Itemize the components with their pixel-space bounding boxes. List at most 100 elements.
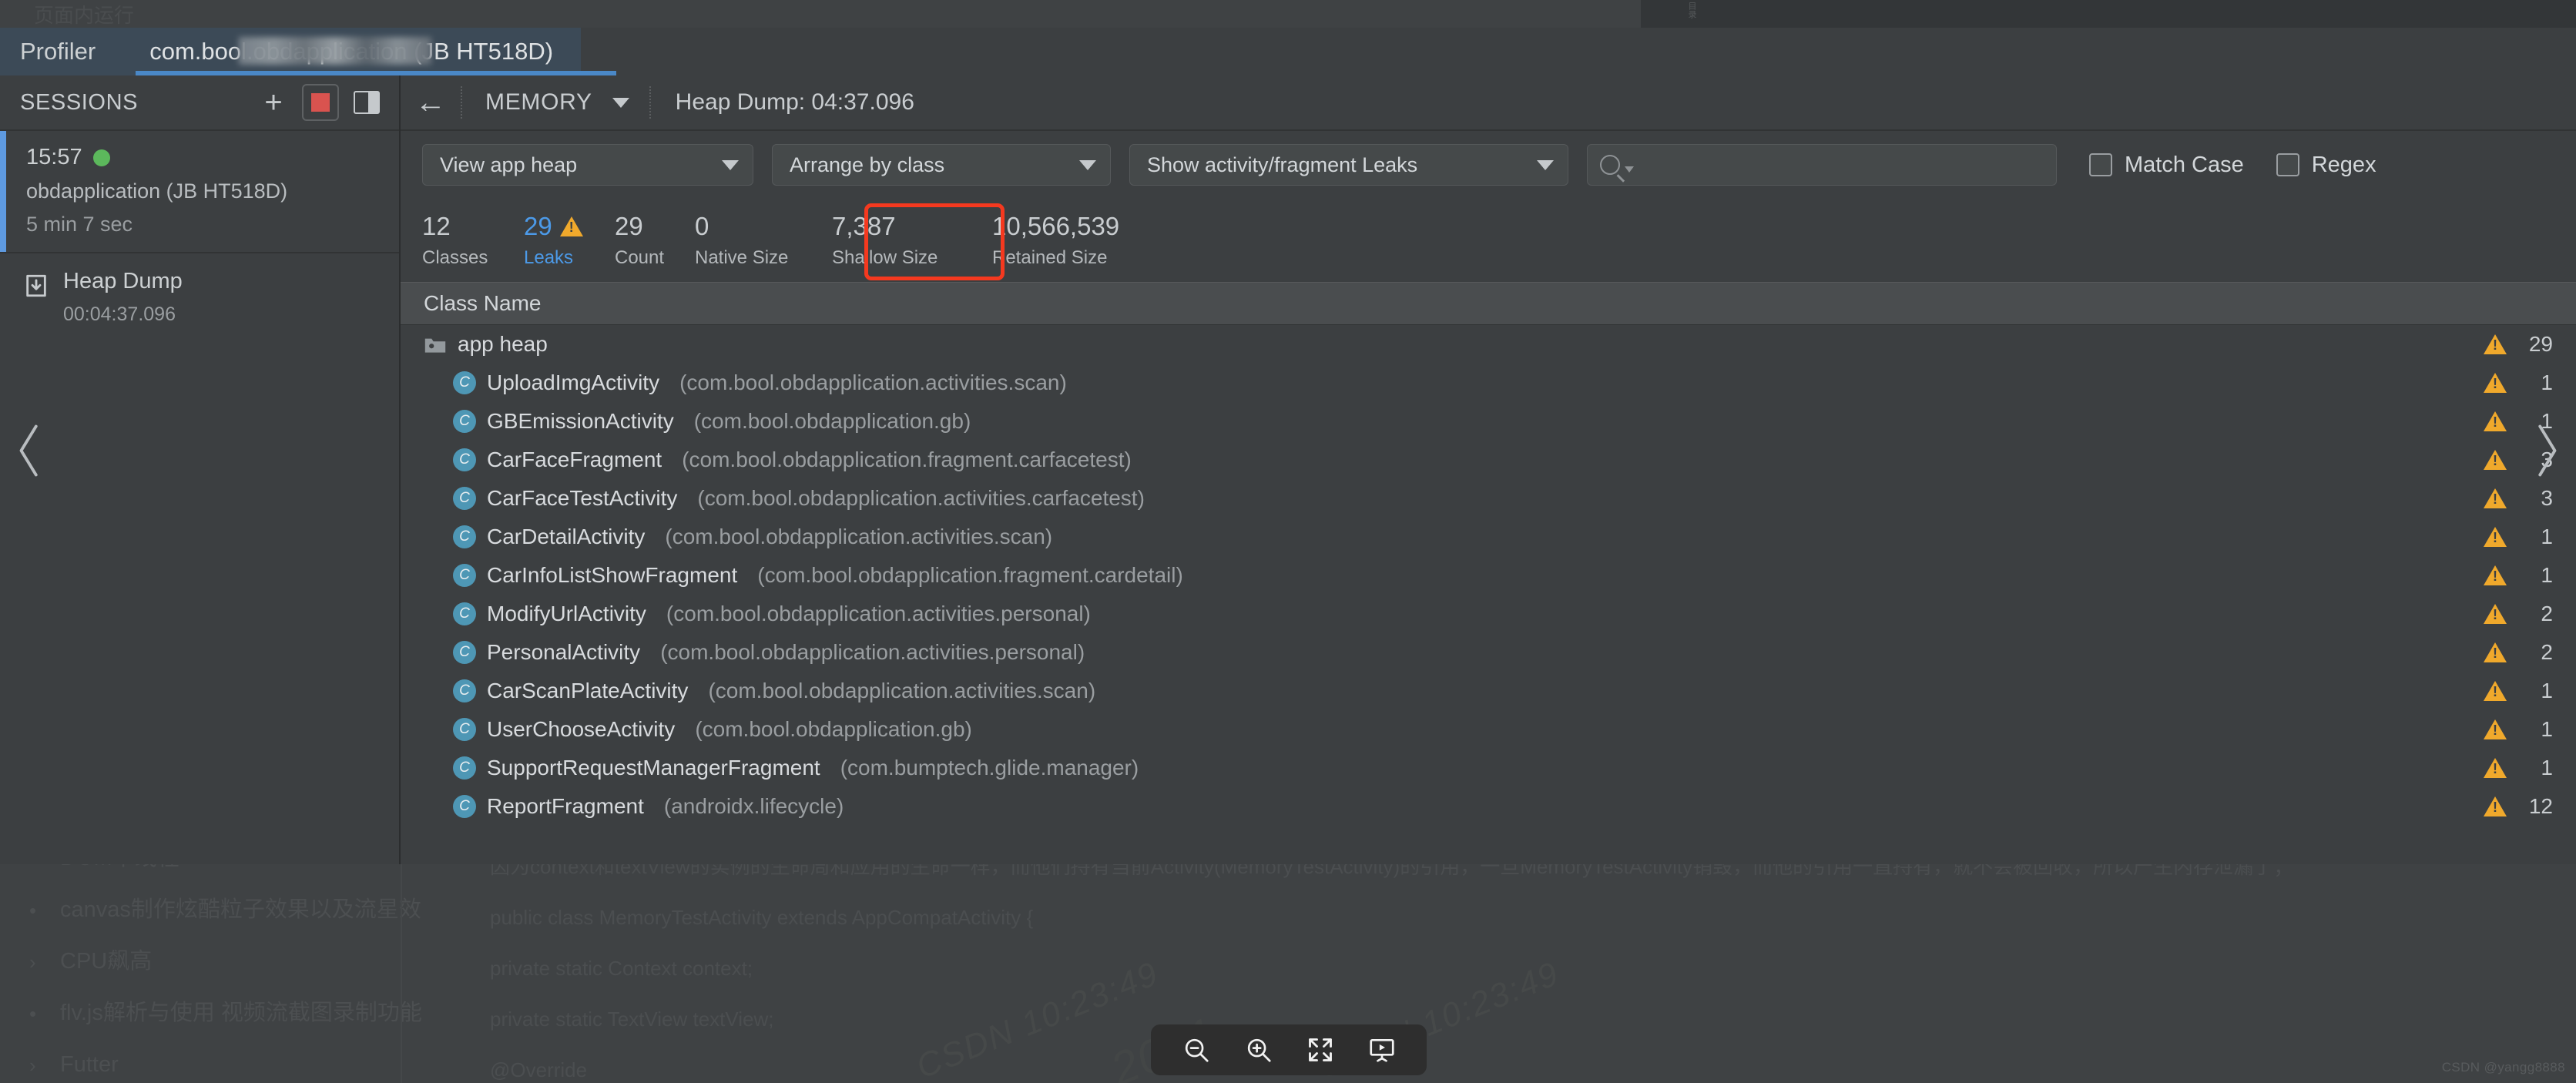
- add-session-button[interactable]: +: [256, 85, 291, 120]
- heap-dump-title: Heap Dump: 04:37.096: [675, 89, 914, 115]
- match-case-toggle[interactable]: Match Case: [2089, 153, 2244, 178]
- regex-checkbox[interactable]: [2276, 153, 2299, 176]
- warning-icon: [2484, 642, 2507, 662]
- slideshow-icon[interactable]: [1367, 1035, 1397, 1065]
- search-options-chevron-icon[interactable]: [1625, 166, 1634, 173]
- filter-toolbar: View app heap Arrange by class Show acti…: [401, 131, 2576, 199]
- class-icon: C: [453, 525, 476, 548]
- profiler-body: SESSIONS + 15:57 obdapplication (JB HT51…: [0, 75, 2576, 864]
- search-field[interactable]: [1587, 144, 2057, 186]
- table-row[interactable]: C CarScanPlateActivity (com.bool.obdappl…: [401, 672, 2576, 710]
- toc-label: flv.js解析与使用 视频流截图录制功能: [60, 1001, 422, 1025]
- tab-profiler[interactable]: Profiler: [0, 28, 122, 75]
- stop-recording-button[interactable]: [302, 84, 339, 121]
- row-label: C CarInfoListShowFragment (com.bool.obda…: [424, 563, 2437, 588]
- class-icon: C: [453, 756, 476, 780]
- background-divider: [401, 855, 402, 1083]
- table-row[interactable]: C CarInfoListShowFragment (com.bool.obda…: [401, 556, 2576, 595]
- stat-leaks-value-row: 29: [524, 212, 596, 242]
- session-time: 15:57: [26, 145, 82, 169]
- class-icon: C: [453, 487, 476, 510]
- chevron-left-icon: [19, 424, 38, 477]
- table-row[interactable]: C CarFaceFragment (com.bool.obdapplicati…: [401, 441, 2576, 479]
- tab-app-session[interactable]: com.bool.obdapplication (JB HT518D): [122, 28, 582, 75]
- zoom-out-icon[interactable]: [1182, 1035, 1211, 1065]
- leak-count-value: 1: [2541, 525, 2553, 548]
- stat-native-size-value: 0: [695, 211, 709, 240]
- lightbox-next-button[interactable]: [2524, 416, 2570, 485]
- stat-shallow-size: 7,387 Shallow Size: [832, 212, 992, 270]
- class-package: (com.bool.obdapplication.activities.scan…: [708, 679, 1096, 702]
- stat-retained-size-caption: Retained Size: [992, 247, 1108, 269]
- class-package: (com.bool.obdapplication.activities.scan…: [665, 525, 1053, 548]
- background-toc-item: • canvas制作炫酷粒子效果以及流星效: [29, 899, 461, 921]
- lightbox-prev-button[interactable]: [6, 416, 52, 485]
- stat-leaks[interactable]: 29 Leaks: [507, 212, 609, 270]
- warning-icon: [2484, 796, 2507, 816]
- fullscreen-icon[interactable]: [1306, 1036, 1334, 1064]
- table-row[interactable]: C PersonalActivity (com.bool.obdapplicat…: [401, 633, 2576, 672]
- table-row[interactable]: C CarFaceTestActivity (com.bool.obdappli…: [401, 479, 2576, 518]
- class-name: GBEmissionActivity: [487, 409, 674, 433]
- table-row[interactable]: C UploadImgActivity (com.bool.obdapplica…: [401, 364, 2576, 402]
- row-label: C CarFaceFragment (com.bool.obdapplicati…: [424, 448, 2437, 472]
- row-leak-count: 1: [2437, 717, 2576, 742]
- class-icon: C: [453, 679, 476, 702]
- sessions-title: SESSIONS: [20, 89, 139, 115]
- column-header-class-name: Class Name: [424, 291, 542, 315]
- row-label: C ModifyUrlActivity (com.bool.obdapplica…: [424, 602, 2437, 626]
- toggle-sessions-panel-button[interactable]: [347, 85, 382, 120]
- zoom-in-icon[interactable]: [1244, 1035, 1273, 1065]
- match-case-checkbox[interactable]: [2089, 153, 2112, 176]
- leak-count-value: 2: [2541, 602, 2553, 625]
- match-case-label: Match Case: [2125, 152, 2244, 177]
- leak-count-value: 2: [2541, 640, 2553, 664]
- stat-count-value: 29: [615, 211, 643, 240]
- class-name: SupportRequestManagerFragment: [487, 756, 820, 780]
- table-row[interactable]: C CarDetailActivity (com.bool.obdapplica…: [401, 518, 2576, 556]
- stat-count: 29 Count: [609, 212, 695, 270]
- row-label: C ReportFragment (androidx.lifecycle): [424, 794, 2437, 819]
- sessions-panel: SESSIONS + 15:57 obdapplication (JB HT51…: [0, 75, 401, 864]
- table-row[interactable]: app heap 29: [401, 325, 2576, 364]
- leak-filter-select[interactable]: Show activity/fragment Leaks: [1129, 144, 1568, 186]
- article-line: private static Context context;: [490, 957, 753, 980]
- background-toc-item: › CPU飙高: [29, 951, 461, 973]
- plus-icon: +: [264, 86, 283, 119]
- table-row[interactable]: C ModifyUrlActivity (com.bool.obdapplica…: [401, 595, 2576, 633]
- heap-dump-artifact[interactable]: Heap Dump 00:04:37.096: [0, 253, 399, 340]
- sessions-header: SESSIONS +: [0, 75, 399, 131]
- tab-active-underline: [136, 71, 616, 75]
- row-leak-count: 12: [2437, 794, 2576, 819]
- folder-icon: [424, 335, 447, 354]
- class-name: ReportFragment: [487, 794, 644, 818]
- table-row[interactable]: C SupportRequestManagerFragment (com.bum…: [401, 749, 2576, 787]
- leak-count-value: 1: [2541, 370, 2553, 394]
- class-icon: C: [453, 718, 476, 741]
- stat-retained-size-value: 10,566,539: [992, 211, 1120, 240]
- search-icon: [1600, 155, 1620, 175]
- table-row[interactable]: C ReportFragment (androidx.lifecycle) 12: [401, 787, 2576, 826]
- class-name: PersonalActivity: [487, 640, 641, 664]
- class-icon: C: [453, 410, 476, 433]
- class-name: ModifyUrlActivity: [487, 602, 646, 625]
- stat-leaks-value: 29: [524, 211, 552, 240]
- table-row[interactable]: C GBEmissionActivity (com.bool.obdapplic…: [401, 402, 2576, 441]
- stat-count-caption: Count: [615, 247, 665, 269]
- article-line: public class MemoryTestActivity extends …: [490, 906, 1034, 929]
- regex-toggle[interactable]: Regex: [2276, 153, 2376, 178]
- stat-shallow-size-caption: Shallow Size: [832, 247, 938, 269]
- row-label: C GBEmissionActivity (com.bool.obdapplic…: [424, 409, 2437, 434]
- back-button[interactable]: ←: [401, 86, 461, 120]
- row-label: C SupportRequestManagerFragment (com.bum…: [424, 756, 2437, 780]
- table-row[interactable]: C UserChooseActivity (com.bool.obdapplic…: [401, 710, 2576, 749]
- session-list-item[interactable]: 15:57 obdapplication (JB HT518D) 5 min 7…: [0, 131, 399, 253]
- stage-selector[interactable]: MEMORY: [462, 89, 629, 116]
- class-icon: C: [453, 641, 476, 664]
- class-table[interactable]: app heap 29 C UploadImgActivity (com.boo…: [401, 325, 2576, 864]
- arrange-select[interactable]: Arrange by class: [772, 144, 1111, 186]
- toc-marker-icon: •: [29, 1001, 37, 1025]
- class-package: (com.bool.obdapplication.gb): [693, 409, 971, 433]
- heap-select[interactable]: View app heap: [422, 144, 753, 186]
- background-toc: › DOM单线程 • canvas制作炫酷粒子效果以及流星效 › CPU飙高 •…: [29, 847, 461, 1083]
